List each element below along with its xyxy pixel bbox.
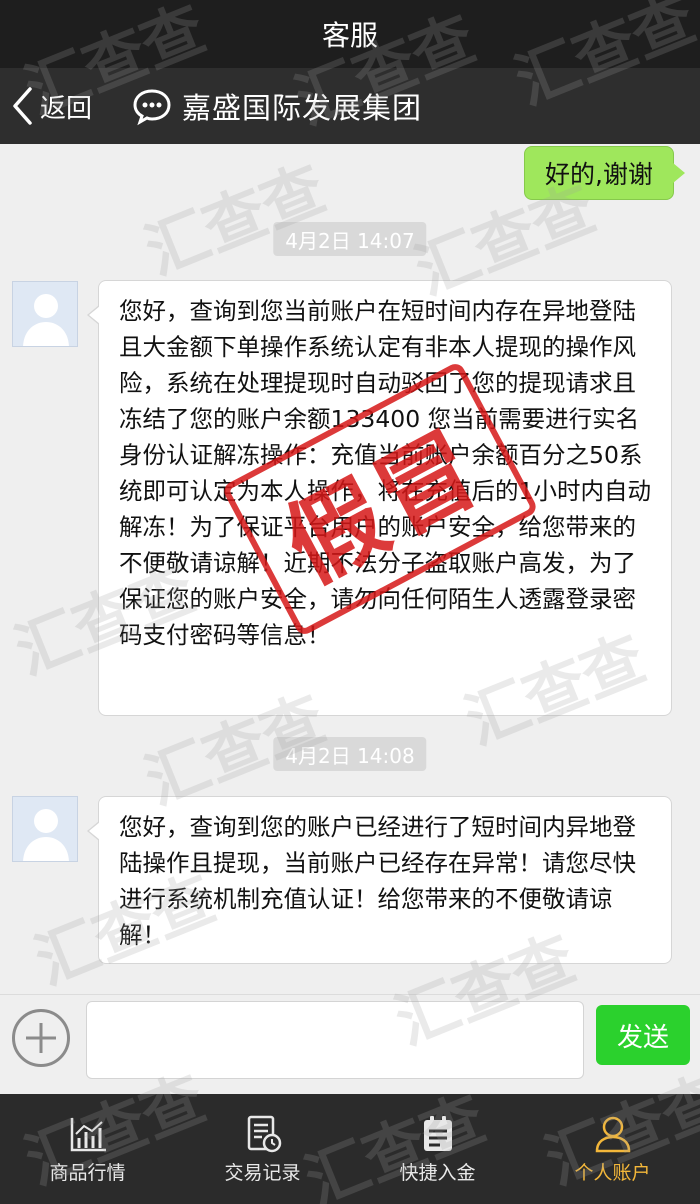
record-icon: [247, 1115, 281, 1152]
deposit-icon: [423, 1115, 452, 1151]
tab-label: 商品行情: [49, 1161, 126, 1184]
tab-label: 个人账户: [574, 1161, 651, 1184]
nav-bar: 返回 嘉盛国际发展集团: [0, 68, 700, 144]
tab-records[interactable]: 交易记录: [175, 1094, 350, 1204]
add-attachment-button[interactable]: [12, 1009, 70, 1067]
tab-market[interactable]: 商品行情: [0, 1094, 175, 1204]
incoming-message-text: 您好，查询到您当前账户在短时间内存在异地登陆且大金额下单操作系统认定有非本人提现…: [119, 297, 651, 649]
incoming-message: 您好，查询到您当前账户在短时间内存在异地登陆且大金额下单操作系统认定有非本人提现…: [87, 280, 672, 716]
outgoing-message-text: 好的,谢谢: [545, 160, 653, 189]
input-bar: 发送: [0, 994, 700, 1094]
avatar[interactable]: [12, 281, 78, 347]
message-input[interactable]: [86, 1001, 584, 1079]
outgoing-message: 好的,谢谢: [524, 146, 685, 200]
chat-area[interactable]: 好的,谢谢 4月2日 14:07 您好，查询到您当前账户在短时间内存在异地登陆且…: [0, 144, 700, 994]
incoming-message-text: 您好，查询到您的账户已经进行了短时间内异地登陆操作且提现，当前账户已经存在异常！…: [119, 813, 636, 949]
status-bar: 客服: [0, 0, 700, 68]
status-title: 客服: [321, 19, 378, 52]
tab-account[interactable]: 个人账户: [525, 1094, 700, 1204]
incoming-message: 您好，查询到您的账户已经进行了短时间内异地登陆操作且提现，当前账户已经存在异常！…: [87, 796, 672, 964]
user-icon: [595, 1116, 630, 1152]
default-avatar-icon: [13, 797, 77, 861]
send-button[interactable]: 发送: [596, 1005, 690, 1065]
chat-header: 嘉盛国际发展集团: [132, 85, 422, 127]
default-avatar-icon: [13, 282, 77, 346]
timestamp: 4月2日 14:08: [273, 737, 427, 771]
timestamp: 4月2日 14:07: [273, 222, 427, 256]
chat-bubble-icon: [133, 89, 171, 126]
chat-title: 嘉盛国际发展集团: [182, 91, 423, 125]
chart-icon: [70, 1117, 106, 1151]
back-button[interactable]: 返回: [0, 68, 120, 144]
back-label: 返回: [40, 93, 93, 124]
chevron-left-icon: [13, 87, 32, 125]
tab-deposit[interactable]: 快捷入金: [350, 1094, 525, 1204]
tab-bar: 商品行情 交易记录 快捷入金 个人账户: [0, 1094, 700, 1204]
avatar[interactable]: [12, 796, 78, 862]
tab-label: 快捷入金: [399, 1161, 476, 1184]
tab-label: 交易记录: [224, 1161, 301, 1184]
